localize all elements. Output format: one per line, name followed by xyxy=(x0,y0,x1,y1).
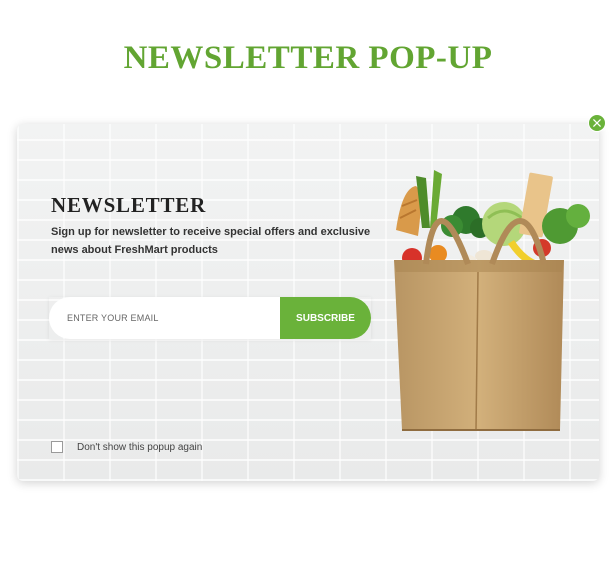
page-title: NEWSLETTER POP-UP xyxy=(123,40,493,76)
newsletter-title: NEWSLETTER xyxy=(51,193,207,217)
newsletter-form: SUBSCRIBE xyxy=(49,297,371,339)
grocery-bag-illustration xyxy=(394,170,590,431)
subscribe-button[interactable]: SUBSCRIBE xyxy=(280,297,371,339)
close-button[interactable] xyxy=(588,114,606,132)
email-input[interactable] xyxy=(49,297,280,339)
dont-show-row: Don't show this popup again xyxy=(51,441,202,453)
dont-show-label: Don't show this popup again xyxy=(77,441,203,453)
dont-show-checkbox[interactable] xyxy=(51,441,63,453)
newsletter-description: Sign up for newsletter to receive specia… xyxy=(51,226,371,256)
close-icon xyxy=(593,119,601,127)
